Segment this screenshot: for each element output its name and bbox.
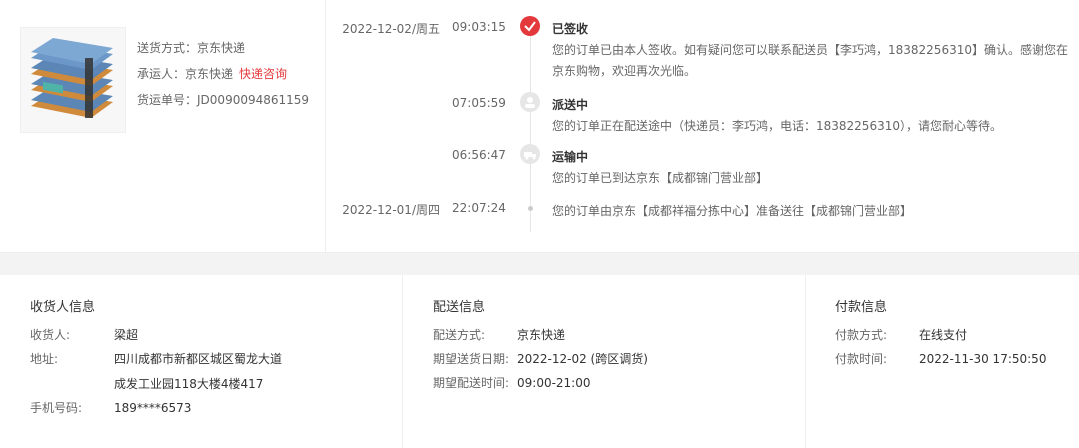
timeline-status: 已签收 [552, 22, 589, 36]
timeline-time: 22:07:24 [452, 201, 506, 215]
panel-divider [325, 0, 326, 252]
timeline-status: 运输中 [552, 150, 589, 164]
timeline-entry: 2022-12-01/周四 22:07:24 您的订单由京东【成都祥福分拣中心】… [330, 201, 1075, 221]
receiver-address-label: 地址: [30, 352, 59, 366]
payment-method-label: 付款方式: [835, 328, 888, 342]
timeline-status: 派送中 [552, 98, 589, 112]
delivery-date-label: 期望送货日期: [433, 352, 510, 366]
timeline-text: 您的订单已由本人签收。如有疑问您可以联系配送员【李巧鸿，18382256310】… [552, 43, 1068, 78]
timeline-text: 您的订单由京东【成都祥福分拣中心】准备送往【成都锦门营业部】 [552, 204, 913, 218]
receiver-name-value: 梁超 [114, 328, 139, 342]
courier-icon [520, 92, 540, 112]
delivery-time-value: 09:00-21:00 [517, 376, 591, 390]
timeline-time: 06:56:47 [452, 148, 506, 162]
delivery-date-value: 2022-12-02 (跨区调货) [517, 352, 648, 366]
shipping-method-value: 京东快递 [197, 41, 246, 55]
payment-time-value: 2022-11-30 17:50:50 [919, 352, 1047, 366]
notebook-stack-image [31, 38, 113, 118]
timeline-entry: 07:05:59 派送中 您的订单正在配送途中（快递员：李巧鸿，电话：18382… [330, 96, 1075, 136]
check-icon [520, 16, 540, 36]
shipping-summary: 送货方式：京东快递 承运人：京东快递 快递咨询 货运单号：JD0090094861… [137, 40, 309, 118]
timeline-text: 您的订单已到达京东【成都锦门营业部】 [552, 171, 769, 185]
timeline-date: 2022-12-02/周五 [342, 22, 440, 36]
receiver-phone-row: 手机号码: 189****6573 [30, 399, 191, 416]
delivery-time-row: 期望配送时间: 09:00-21:00 [433, 374, 591, 391]
receiver-address-line1: 四川成都市新都区城区蜀龙大道 [114, 352, 283, 366]
timeline-text: 您的订单正在配送途中（快递员：李巧鸿，电话：18382256310），请您耐心等… [552, 119, 1002, 133]
payment-method-value: 在线支付 [919, 328, 968, 342]
carrier-row: 承运人：京东快递 快递咨询 [137, 66, 309, 92]
receiver-name-row: 收货人: 梁超 [30, 326, 138, 343]
receiver-name-label: 收货人: [30, 328, 71, 342]
tracking-number[interactable]: JD0090094861159 [197, 93, 309, 107]
truck-icon [520, 144, 540, 164]
timeline-time: 07:05:59 [452, 96, 506, 110]
tracking-row: 货运单号：JD0090094861159 [137, 92, 309, 118]
tracking-label: 货运单号： [137, 93, 198, 107]
receiver-address-row: 地址: 四川成都市新都区城区蜀龙大道 [30, 350, 282, 367]
delivery-time-label: 期望配送时间: [433, 376, 510, 390]
receiver-phone-label: 手机号码: [30, 401, 83, 415]
receiver-address-line2-row: 成发工业园118大楼4楼417 [114, 375, 263, 392]
payment-time-label: 付款时间: [835, 352, 888, 366]
delivery-method-value: 京东快递 [517, 328, 566, 342]
receiver-title: 收货人信息 [30, 300, 96, 315]
receiver-phone-value: 189****6573 [114, 401, 192, 415]
timeline-entry: 06:56:47 运输中 您的订单已到达京东【成都锦门营业部】 [330, 148, 1075, 188]
timeline-date: 2022-12-01/周四 [342, 203, 440, 217]
payment-time-row: 付款时间: 2022-11-30 17:50:50 [835, 350, 1046, 367]
payment-title: 付款信息 [835, 300, 888, 315]
timeline-entry: 2022-12-02/周五 09:03:15 已签收 您的订单已由本人签收。如有… [330, 20, 1075, 80]
delivery-method-row: 配送方式: 京东快递 [433, 326, 565, 343]
delivery-method-label: 配送方式: [433, 328, 486, 342]
column-divider [402, 275, 403, 448]
delivery-title: 配送信息 [433, 300, 486, 315]
delivery-date-row: 期望送货日期: 2022-12-02 (跨区调货) [433, 350, 648, 367]
column-divider [805, 275, 806, 448]
dot-icon [528, 206, 533, 211]
receiver-address-line2: 成发工业园118大楼4楼417 [114, 377, 264, 391]
shipping-method-label: 送货方式： [137, 41, 198, 55]
express-inquiry-link[interactable]: 快递咨询 [239, 67, 287, 81]
payment-method-row: 付款方式: 在线支付 [835, 326, 967, 343]
carrier-value: 京东快递 [185, 67, 234, 81]
shipping-method-row: 送货方式：京东快递 [137, 40, 309, 66]
timeline-time: 09:03:15 [452, 20, 506, 34]
product-thumbnail[interactable] [20, 27, 126, 133]
carrier-label: 承运人： [137, 67, 186, 81]
section-separator [0, 252, 1079, 275]
